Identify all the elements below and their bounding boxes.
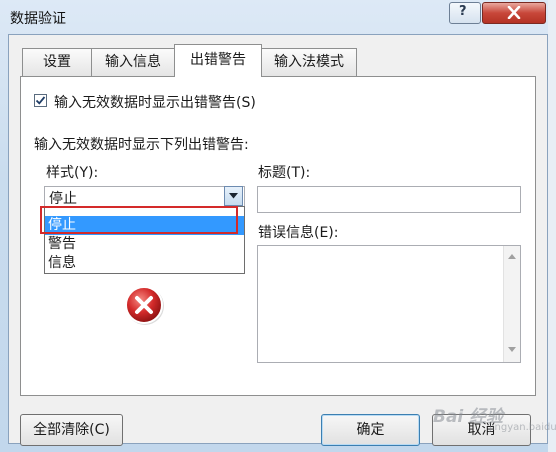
style-label: 样式(Y): bbox=[46, 165, 99, 181]
style-dropdown-button[interactable] bbox=[224, 186, 243, 206]
clear-all-button[interactable]: 全部清除(C) bbox=[20, 414, 123, 446]
help-icon: ? bbox=[459, 4, 467, 19]
style-option-warning[interactable]: 警告 bbox=[45, 235, 244, 254]
stop-error-icon bbox=[124, 285, 166, 331]
help-button[interactable]: ? bbox=[449, 2, 481, 24]
baidu-watermark: Bai 经验 jingyan.baidu.com bbox=[433, 398, 556, 444]
tab-label: 设置 bbox=[43, 54, 71, 70]
scroll-down-icon[interactable] bbox=[508, 347, 516, 352]
message-label: 错误信息(E): bbox=[258, 225, 339, 241]
tab-label: 输入法模式 bbox=[274, 54, 344, 70]
close-icon bbox=[507, 6, 521, 19]
show-alert-checkbox[interactable] bbox=[34, 94, 47, 107]
style-combobox[interactable]: 停止 bbox=[44, 186, 245, 207]
tab-label: 输入信息 bbox=[105, 54, 161, 70]
tab-error-alert[interactable]: 出错警告 bbox=[174, 44, 262, 77]
close-button[interactable] bbox=[482, 2, 546, 24]
tab-input-message[interactable]: 输入信息 bbox=[91, 48, 175, 76]
background-sheet-edge bbox=[548, 0, 556, 452]
chevron-down-icon bbox=[229, 193, 238, 199]
highlight-annotation-box bbox=[40, 206, 238, 234]
ok-button[interactable]: 确定 bbox=[321, 414, 420, 446]
checkmark-icon bbox=[35, 96, 46, 105]
scroll-up-icon[interactable] bbox=[508, 254, 516, 259]
title-label: 标题(T): bbox=[258, 165, 311, 181]
show-alert-label[interactable]: 输入无效数据时显示出错警告(S) bbox=[54, 92, 256, 112]
tab-settings[interactable]: 设置 bbox=[22, 48, 92, 76]
style-combobox-value: 停止 bbox=[49, 191, 77, 207]
message-scrollbar[interactable] bbox=[503, 246, 520, 362]
title-bar[interactable]: 数据验证 ? bbox=[0, 0, 556, 34]
tab-ime-mode[interactable]: 输入法模式 bbox=[261, 48, 357, 76]
dialog-title: 数据验证 bbox=[10, 11, 66, 27]
watermark-subtext: jingyan.baidu.com bbox=[489, 422, 556, 433]
title-input[interactable] bbox=[257, 186, 521, 213]
message-textarea[interactable] bbox=[257, 245, 521, 363]
style-option-information[interactable]: 信息 bbox=[45, 254, 244, 273]
section-label: 输入无效数据时显示下列出错警告: bbox=[34, 137, 249, 153]
tab-label: 出错警告 bbox=[190, 52, 246, 68]
